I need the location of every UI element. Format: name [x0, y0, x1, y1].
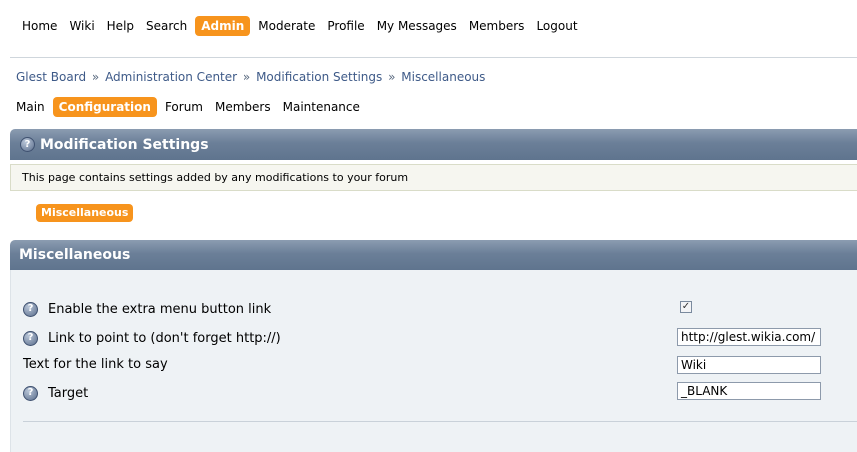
setting-row-target: ? Target [23, 383, 88, 403]
miscellaneous-section-header: Miscellaneous [10, 240, 857, 270]
breadcrumb-separator: » [242, 70, 251, 84]
link-url-input[interactable]: http://glest.wikia.com/ [677, 328, 821, 346]
menu-members[interactable]: Members [463, 16, 531, 36]
menu-search[interactable]: Search [140, 16, 193, 36]
breadcrumb-modification-settings[interactable]: Modification Settings [256, 70, 382, 84]
page-description-text: This page contains settings added by any… [22, 171, 409, 184]
breadcrumb-separator: » [91, 70, 100, 84]
subtab-members[interactable]: Members [209, 97, 277, 117]
breadcrumb-separator: » [388, 70, 396, 84]
subtab-forum[interactable]: Forum [159, 97, 209, 117]
menu-logout[interactable]: Logout [530, 16, 583, 36]
enable-menu-link-checkbox[interactable]: ✓ [680, 301, 692, 313]
menu-my-messages[interactable]: My Messages [371, 16, 463, 36]
setting-row-enable-link: ? Enable the extra menu button link [23, 299, 271, 319]
link-text-input[interactable]: Wiki [677, 356, 821, 374]
menu-home[interactable]: Home [16, 16, 63, 36]
help-icon[interactable]: ? [23, 385, 38, 401]
breadcrumb-miscellaneous[interactable]: Miscellaneous [401, 70, 485, 84]
setting-row-link-url: ? Link to point to (don't forget http://… [23, 328, 281, 348]
breadcrumb: Glest Board » Administration Center » Mo… [16, 70, 485, 84]
panel-divider [23, 421, 857, 422]
menu-profile[interactable]: Profile [321, 16, 370, 36]
tab-miscellaneous[interactable]: Miscellaneous [36, 204, 134, 222]
setting-label: Enable the extra menu button link [48, 301, 272, 317]
setting-label: Text for the link to say [23, 356, 168, 372]
admin-submenu: Main Configuration Forum Members Mainten… [10, 97, 366, 117]
page-description: This page contains settings added by any… [10, 164, 857, 191]
main-menu: Home Wiki Help Search Admin Moderate Pro… [16, 16, 584, 36]
target-input[interactable]: _BLANK [677, 382, 821, 400]
modification-settings-header: ? Modification Settings [10, 129, 857, 160]
menu-wiki[interactable]: Wiki [63, 16, 100, 36]
setting-row-link-text: Text for the link to say [23, 354, 168, 374]
subtab-maintenance[interactable]: Maintenance [277, 97, 366, 117]
settings-panel: ? Enable the extra menu button link ✓ ? … [10, 270, 857, 452]
menu-help[interactable]: Help [101, 16, 140, 36]
setting-label: Link to point to (don't forget http://) [48, 330, 281, 346]
breadcrumb-administration-center[interactable]: Administration Center [105, 70, 237, 84]
setting-label: Target [48, 385, 89, 401]
section-title: Miscellaneous [19, 247, 131, 263]
page-title: Modification Settings [40, 136, 209, 153]
subtab-configuration[interactable]: Configuration [52, 97, 157, 117]
menu-moderate[interactable]: Moderate [252, 16, 321, 36]
help-icon[interactable]: ? [23, 330, 38, 346]
breadcrumb-glest-board[interactable]: Glest Board [16, 70, 86, 84]
menu-divider [10, 57, 857, 58]
help-icon[interactable]: ? [20, 137, 35, 152]
subtab-main[interactable]: Main [10, 97, 51, 117]
menu-admin[interactable]: Admin [195, 16, 251, 36]
help-icon[interactable]: ? [23, 301, 38, 317]
